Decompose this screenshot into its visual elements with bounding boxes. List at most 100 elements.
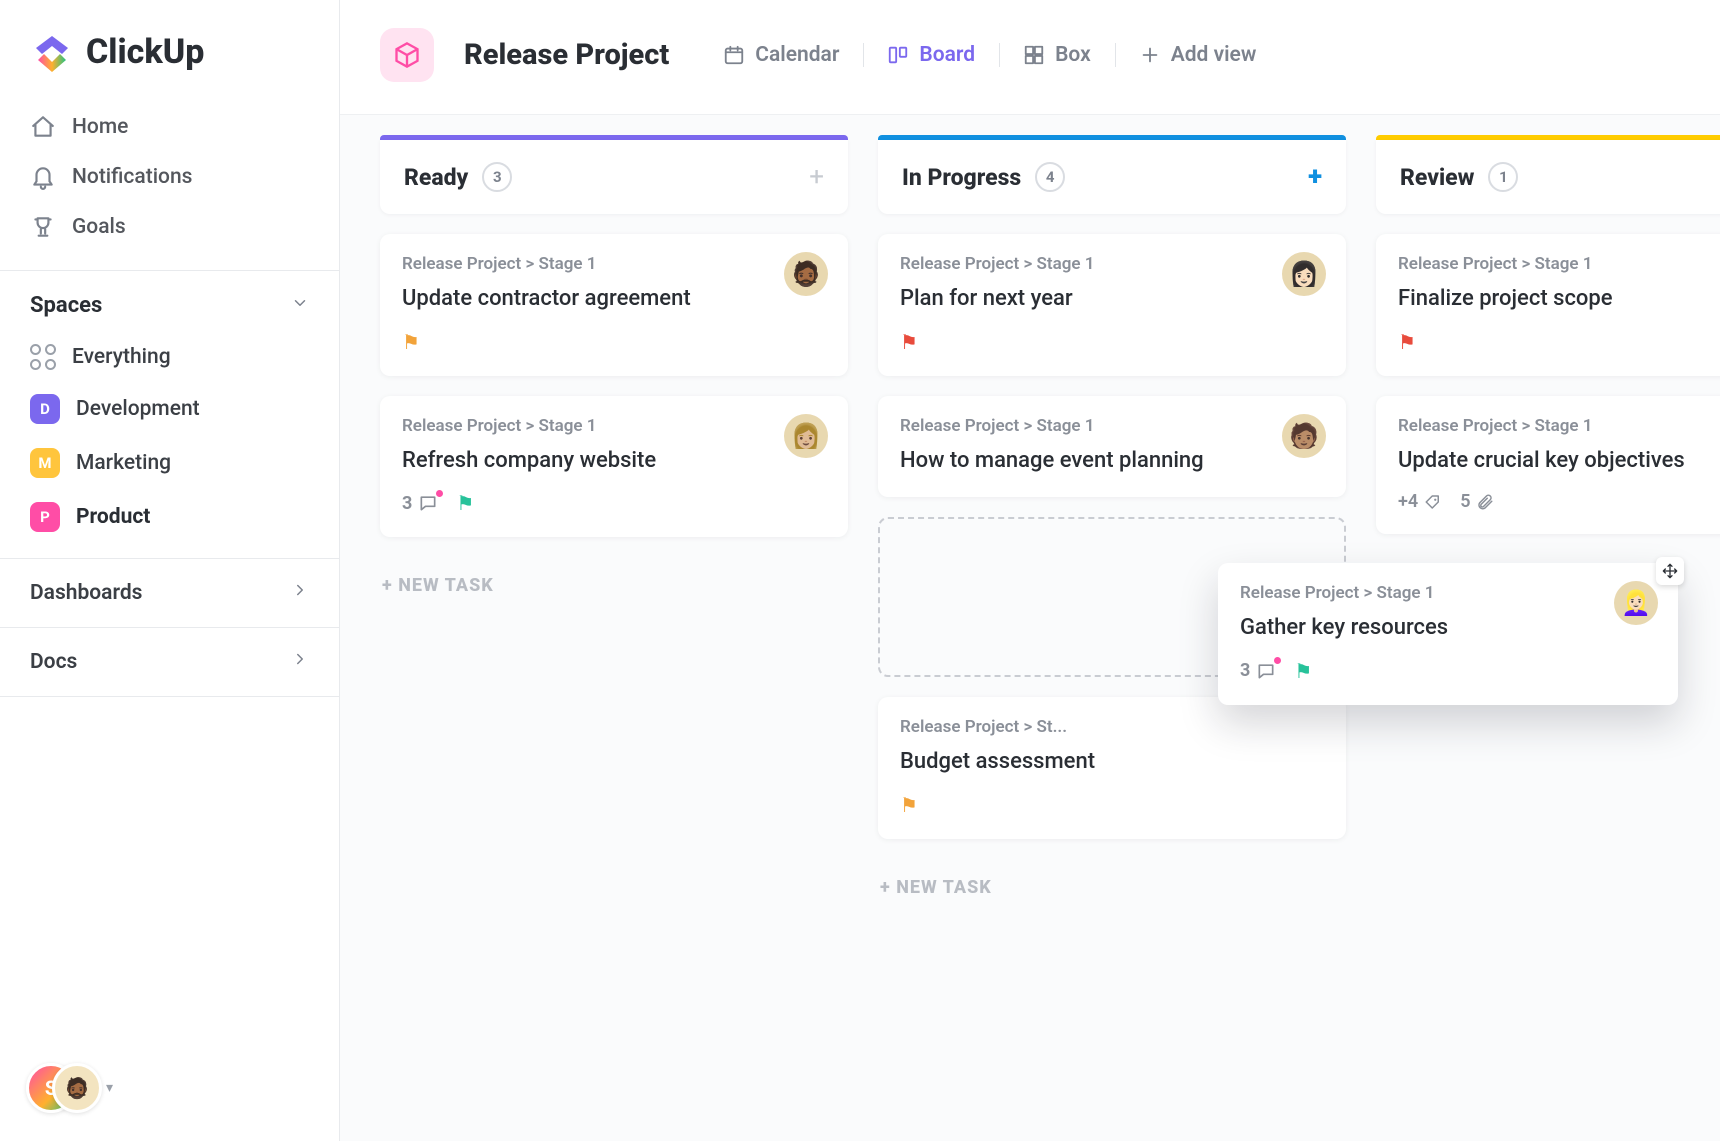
sidebar-item-everything[interactable]: Everything	[0, 332, 339, 382]
new-task-button[interactable]: + NEW TASK	[380, 557, 848, 614]
board-icon	[887, 44, 909, 66]
tags-count[interactable]: +4	[1398, 491, 1442, 512]
sidebar-item-marketing[interactable]: M Marketing	[0, 436, 339, 490]
user-switcher[interactable]: S 🧔🏾 ▾	[26, 1061, 113, 1115]
assignee-avatar[interactable]: 👩🏻	[1282, 252, 1326, 296]
space-badge-icon: M	[30, 448, 60, 478]
breadcrumb: Release Project > Stage 1	[900, 254, 1324, 274]
tab-calendar[interactable]: Calendar	[699, 35, 863, 75]
breadcrumb: Release Project > Stage 1	[900, 416, 1324, 436]
task-card[interactable]: Release Project > Stage 1 Update crucial…	[1376, 396, 1720, 535]
breadcrumb: Release Project > Stage 1	[1398, 254, 1714, 274]
priority-flag-icon[interactable]: ⚑	[456, 491, 474, 515]
nav-goals[interactable]: Goals	[0, 202, 339, 252]
unread-dot-icon	[436, 490, 443, 497]
add-card-button[interactable]: +	[809, 162, 824, 192]
trophy-icon	[30, 214, 56, 240]
breadcrumb: Release Project > Stage 1	[402, 416, 826, 436]
task-card[interactable]: Release Project > St... Budget assessmen…	[878, 697, 1346, 839]
card-title: Update crucial key objectives	[1398, 446, 1708, 476]
box-icon	[1023, 44, 1045, 66]
unread-dot-icon	[1274, 657, 1281, 664]
tab-label: Add view	[1171, 43, 1257, 67]
column-header[interactable]: Ready 3 +	[380, 140, 848, 214]
card-title: Update contractor agreement	[402, 284, 712, 314]
column-count-badge: 1	[1488, 162, 1518, 192]
task-card[interactable]: Release Project > Stage 1 Finalize proje…	[1376, 234, 1720, 376]
comments-count[interactable]: 3	[402, 493, 438, 514]
main-nav: Home Notifications Goals	[0, 96, 339, 270]
topbar: Release Project Calendar Board Box Add v…	[340, 0, 1720, 115]
task-card[interactable]: Release Project > Stage 1 Update contrac…	[380, 234, 848, 376]
column-title: In Progress	[902, 164, 1021, 191]
attachments-count[interactable]: 5	[1460, 491, 1494, 512]
everything-icon	[30, 344, 56, 370]
priority-flag-icon[interactable]: ⚑	[900, 330, 918, 354]
tab-box[interactable]: Box	[999, 35, 1115, 75]
tab-label: Calendar	[755, 43, 839, 67]
card-title: Budget assessment	[900, 747, 1210, 777]
tab-board[interactable]: Board	[863, 35, 999, 75]
priority-flag-icon[interactable]: ⚑	[1398, 330, 1416, 354]
space-badge-icon: P	[30, 502, 60, 532]
card-title: Finalize project scope	[1398, 284, 1708, 314]
brand-name: ClickUp	[86, 32, 204, 72]
sidebar-docs[interactable]: Docs	[0, 627, 339, 697]
avatar-stack: S 🧔🏾	[26, 1061, 98, 1115]
chevron-right-icon	[291, 581, 309, 605]
main: Release Project Calendar Board Box Add v…	[340, 0, 1720, 1141]
sidebar-item-development[interactable]: D Development	[0, 382, 339, 436]
home-icon	[30, 114, 56, 140]
space-label: Marketing	[76, 451, 171, 475]
column-title: Ready	[404, 164, 468, 191]
plus-icon	[1139, 44, 1161, 66]
view-tabs: Calendar Board Box Add view	[699, 35, 1280, 75]
nav-home[interactable]: Home	[0, 102, 339, 152]
nav-notifications[interactable]: Notifications	[0, 152, 339, 202]
dragging-task-card[interactable]: Release Project > Stage 1 Gather key res…	[1218, 563, 1678, 705]
nav-label: Home	[72, 115, 128, 139]
calendar-icon	[723, 44, 745, 66]
space-label: Development	[76, 397, 200, 421]
breadcrumb: Release Project > Stage 1	[402, 254, 826, 274]
space-label: Everything	[72, 345, 171, 369]
tab-label: Box	[1055, 43, 1091, 67]
sidebar-item-product[interactable]: P Product	[0, 490, 339, 544]
column-header[interactable]: In Progress 4 +	[878, 140, 1346, 214]
priority-flag-icon[interactable]: ⚑	[1294, 659, 1312, 683]
sidebar-dashboards[interactable]: Dashboards	[0, 558, 339, 627]
spaces-header[interactable]: Spaces	[0, 271, 339, 332]
priority-flag-icon[interactable]: ⚑	[900, 793, 918, 817]
comments-count[interactable]: 3	[1240, 660, 1276, 681]
page-title: Release Project	[464, 38, 669, 72]
task-card[interactable]: Release Project > Stage 1 Refresh compan…	[380, 396, 848, 538]
breadcrumb: Release Project > Stage 1	[1398, 416, 1714, 436]
column-title: Review	[1400, 164, 1474, 191]
brand-logo[interactable]: ClickUp	[0, 0, 339, 96]
row-label: Docs	[30, 650, 77, 674]
assignee-avatar[interactable]: 🧑🏽	[1282, 414, 1326, 458]
column-header[interactable]: Review 1	[1376, 140, 1720, 214]
assignee-avatar[interactable]: 👩🏼	[784, 414, 828, 458]
nav-label: Goals	[72, 215, 126, 239]
priority-flag-icon[interactable]: ⚑	[402, 330, 420, 354]
assignee-avatar[interactable]: 👱🏻‍♀️	[1614, 581, 1658, 625]
column-count-badge: 4	[1035, 162, 1065, 192]
assignee-avatar[interactable]: 🧔🏾	[784, 252, 828, 296]
breadcrumb: Release Project > St...	[900, 717, 1324, 737]
add-view-button[interactable]: Add view	[1115, 35, 1281, 75]
space-label: Product	[76, 505, 150, 529]
nav-label: Notifications	[72, 165, 192, 189]
new-task-button[interactable]: + NEW TASK	[878, 859, 1346, 916]
task-card[interactable]: Release Project > Stage 1 How to manage …	[878, 396, 1346, 498]
add-card-button[interactable]: +	[1308, 162, 1322, 192]
bell-icon	[30, 164, 56, 190]
row-label: Dashboards	[30, 581, 142, 605]
board: Ready 3 + Release Project > Stage 1 Upda…	[340, 115, 1720, 1141]
card-title: Gather key resources	[1240, 613, 1550, 643]
card-title: Plan for next year	[900, 284, 1210, 314]
spaces-title: Spaces	[30, 293, 102, 318]
chevron-right-icon	[291, 650, 309, 674]
sidebar: ClickUp Home Notifications Goals Spaces …	[0, 0, 340, 1141]
task-card[interactable]: Release Project > Stage 1 Plan for next …	[878, 234, 1346, 376]
